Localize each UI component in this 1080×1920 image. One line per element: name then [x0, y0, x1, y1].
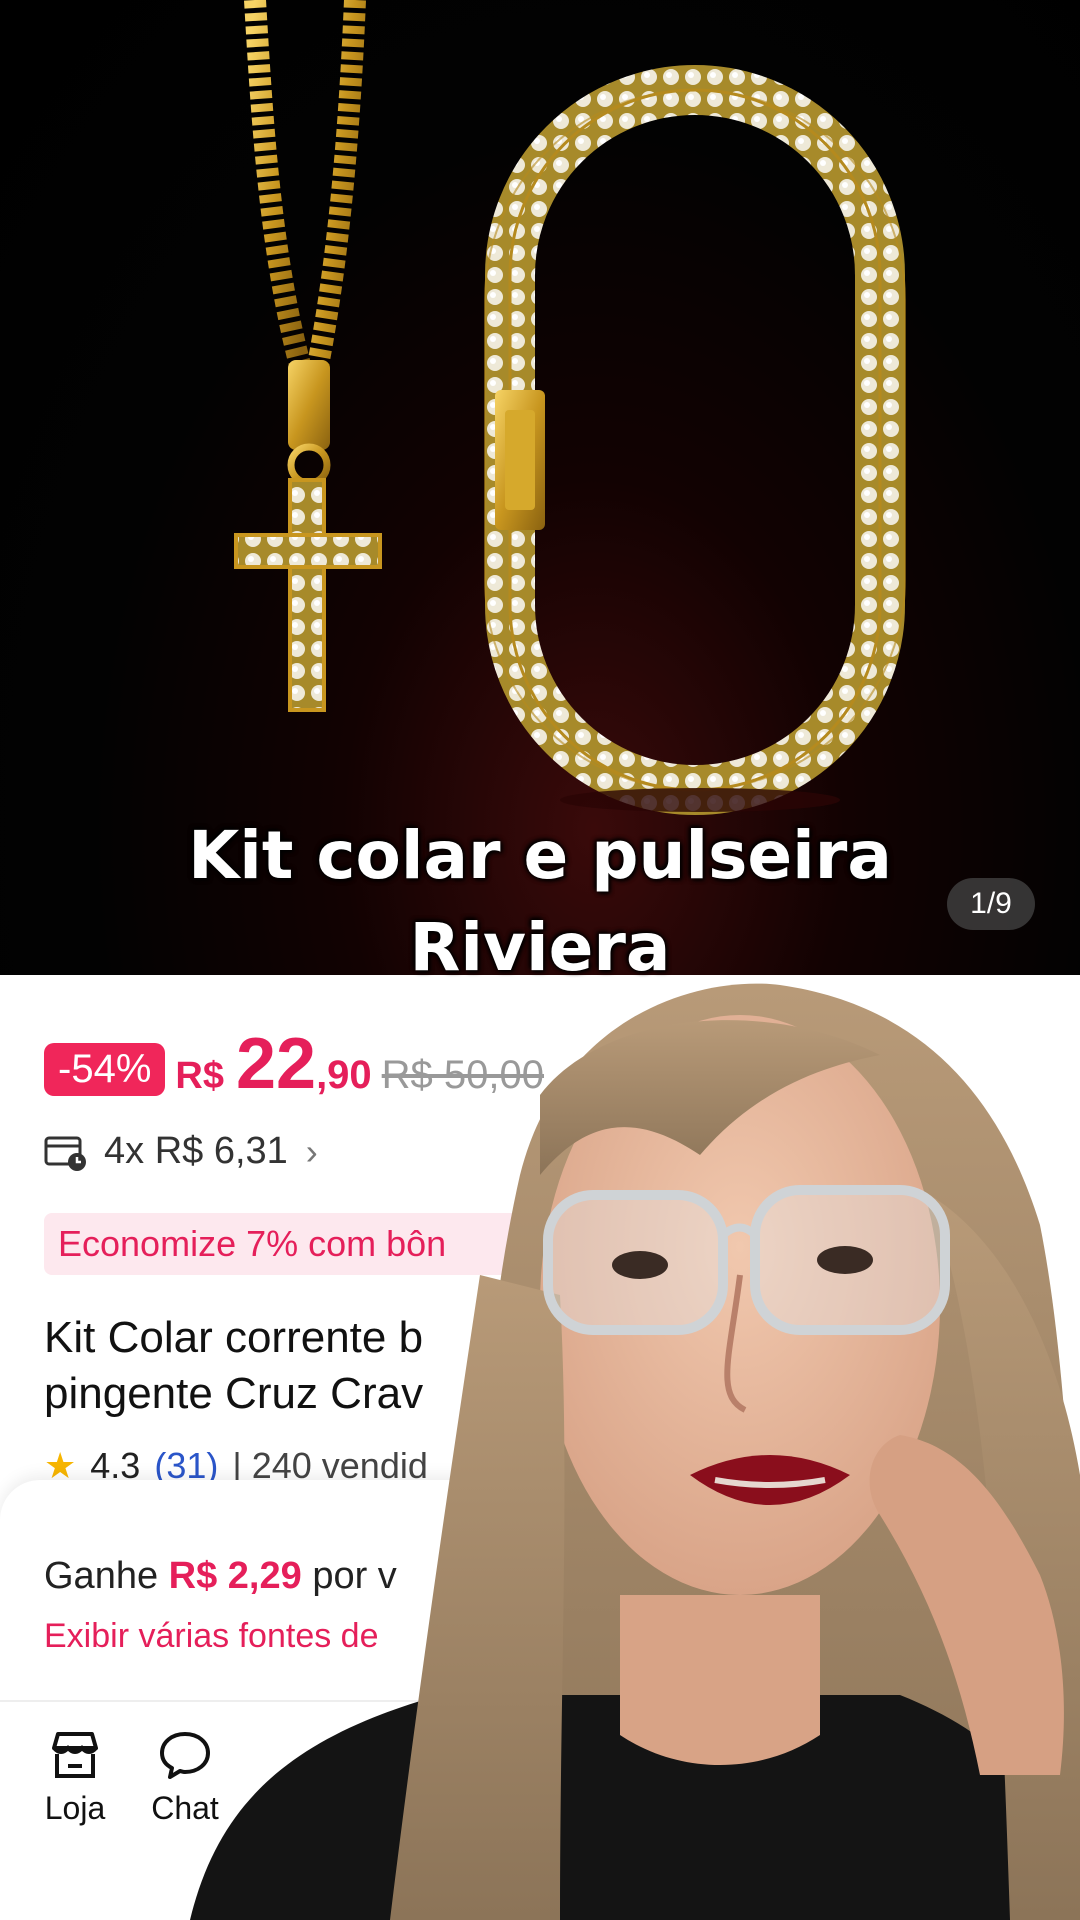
screen: 1/9 Kit colar e pulseira Riviera -54% R$… [0, 0, 1080, 1920]
video-caption: Kit colar e pulseira Riviera [0, 810, 1080, 994]
presenter-video-overlay [190, 983, 1080, 1920]
caption-line-1: Kit colar e pulseira [188, 817, 892, 894]
caption-line-2: Riviera [409, 909, 671, 986]
